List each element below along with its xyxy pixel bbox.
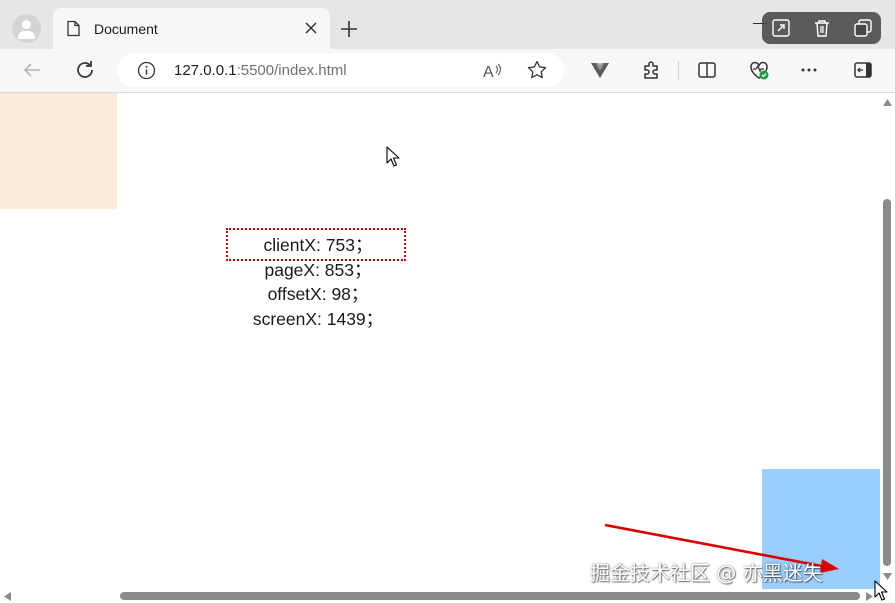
url-host: 127.0.0.1 bbox=[174, 62, 237, 79]
url-path: :5500/index.html bbox=[236, 62, 347, 79]
scroll-left-icon[interactable] bbox=[4, 592, 11, 601]
scroll-up-icon[interactable] bbox=[883, 99, 892, 106]
address-bar[interactable]: 127.0.0.1:5500/index.html A bbox=[117, 53, 564, 87]
scroll-right-icon[interactable] bbox=[866, 592, 873, 601]
svg-text:A: A bbox=[483, 64, 494, 81]
horizontal-scrollbar[interactable] bbox=[0, 589, 880, 603]
corner-cursor-icon bbox=[874, 580, 888, 601]
refresh-icon[interactable] bbox=[73, 58, 97, 82]
delete-icon[interactable] bbox=[811, 17, 833, 39]
tab-strip: Document bbox=[0, 0, 895, 49]
vertical-scroll-thumb[interactable] bbox=[883, 199, 891, 566]
fullscreen-icon[interactable] bbox=[770, 17, 792, 39]
more-menu-icon[interactable] bbox=[798, 59, 820, 81]
page-x-text: pageX: 853； bbox=[264, 259, 372, 280]
offset-x-text: offsetX: 98； bbox=[267, 284, 369, 304]
profile-avatar-icon[interactable] bbox=[12, 14, 41, 43]
scroll-down-icon[interactable] bbox=[883, 573, 892, 580]
page-content: clientX: 753； pageX: 853； offsetX: 98； s… bbox=[0, 93, 880, 589]
vertical-scrollbar[interactable] bbox=[880, 93, 895, 589]
browser-toolbar: 127.0.0.1:5500/index.html A bbox=[0, 49, 895, 93]
tab-title: Document bbox=[94, 21, 158, 37]
favorite-star-icon[interactable] bbox=[526, 59, 548, 81]
site-info-icon[interactable] bbox=[137, 61, 156, 80]
vue-devtools-icon[interactable] bbox=[589, 59, 611, 81]
watermark-text: 掘金技术社区 @ 亦黑迷失 bbox=[590, 561, 823, 585]
screen-x-text: screenX: 1439； bbox=[252, 308, 384, 329]
back-icon[interactable] bbox=[21, 59, 43, 81]
close-tab-icon[interactable] bbox=[301, 18, 321, 38]
tab-document[interactable]: Document bbox=[53, 8, 330, 49]
horizontal-scroll-thumb[interactable] bbox=[120, 592, 860, 600]
url-text: 127.0.0.1:5500/index.html bbox=[174, 62, 347, 79]
browser-essentials-icon[interactable] bbox=[747, 58, 771, 82]
sidebar-toggle-icon[interactable] bbox=[852, 59, 874, 81]
split-screen-icon[interactable] bbox=[696, 59, 718, 81]
highlight-box bbox=[226, 228, 406, 261]
mouse-cursor-icon bbox=[386, 146, 400, 167]
floating-toolbar bbox=[762, 12, 881, 44]
toolbar-divider bbox=[678, 61, 679, 80]
read-aloud-icon[interactable]: A bbox=[481, 60, 503, 82]
peach-box bbox=[0, 93, 117, 209]
copy-icon[interactable] bbox=[852, 17, 874, 39]
new-tab-icon[interactable] bbox=[337, 17, 361, 41]
document-icon bbox=[67, 20, 80, 37]
extensions-icon[interactable] bbox=[640, 59, 662, 81]
